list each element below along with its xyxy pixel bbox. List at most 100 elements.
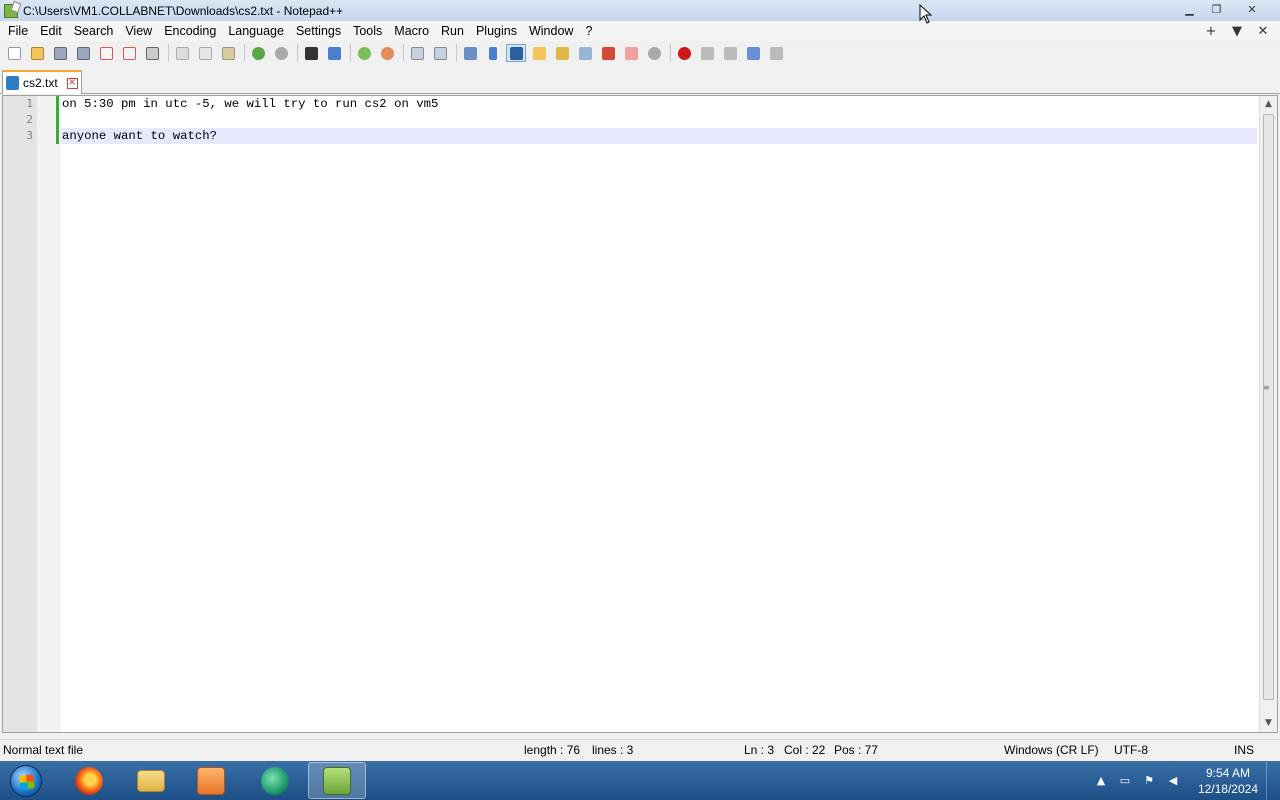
replace-button[interactable] bbox=[324, 44, 344, 62]
menu-encoding[interactable]: Encoding bbox=[158, 21, 222, 41]
save-macro-icon bbox=[769, 46, 783, 60]
folder-workspace-button[interactable] bbox=[621, 44, 641, 62]
status-encoding[interactable]: UTF-8 bbox=[1114, 743, 1148, 757]
taskbar-firefox[interactable] bbox=[60, 762, 118, 799]
paste-icon bbox=[221, 46, 235, 60]
zoom-out-button[interactable] bbox=[377, 44, 397, 62]
code-line-current[interactable]: anyone want to watch? bbox=[61, 128, 1257, 144]
doc-map-button[interactable] bbox=[552, 44, 572, 62]
indent-guide-button[interactable] bbox=[506, 44, 526, 62]
action-center-flag-icon[interactable]: ⚑ bbox=[1142, 774, 1156, 788]
function-list-icon bbox=[601, 46, 615, 60]
run-macro-multiple-button[interactable] bbox=[743, 44, 763, 62]
editor-area[interactable]: 1 2 3 on 5:30 pm in utc -5, we will try … bbox=[2, 95, 1278, 733]
clock-time: 9:54 AM bbox=[1205, 766, 1250, 780]
word-wrap-button[interactable] bbox=[460, 44, 480, 62]
stop-icon bbox=[700, 46, 714, 60]
cut-button[interactable] bbox=[172, 44, 192, 62]
close-document-icon[interactable]: ✕ bbox=[1250, 24, 1276, 39]
doc-list-button[interactable] bbox=[575, 44, 595, 62]
tab-list-icon[interactable]: ▼ bbox=[1224, 24, 1250, 39]
fold-margin[interactable] bbox=[37, 96, 61, 732]
show-desktop-button[interactable] bbox=[1266, 761, 1280, 800]
function-list-button[interactable] bbox=[598, 44, 618, 62]
stop-macro-button[interactable] bbox=[697, 44, 717, 62]
tab-label: cs2.txt bbox=[23, 76, 58, 90]
window-title: C:\Users\VM1.COLLABNET\Downloads\cs2.txt… bbox=[23, 3, 344, 18]
user-language-button[interactable] bbox=[529, 44, 549, 62]
close-all-button[interactable] bbox=[119, 44, 139, 62]
doc-map-icon bbox=[555, 46, 569, 60]
start-button[interactable] bbox=[4, 762, 48, 799]
menu-plugins[interactable]: Plugins bbox=[470, 21, 523, 41]
menu-language[interactable]: Language bbox=[222, 21, 290, 41]
scroll-thumb[interactable] bbox=[1263, 114, 1274, 700]
taskbar-browser[interactable] bbox=[246, 762, 304, 799]
paste-button[interactable] bbox=[218, 44, 238, 62]
code-line[interactable]: on 5:30 pm in utc -5, we will try to run… bbox=[61, 96, 1257, 112]
taskbar-media-player[interactable] bbox=[182, 762, 240, 799]
undo-button[interactable] bbox=[248, 44, 268, 62]
scroll-down-arrow-icon[interactable]: ▼ bbox=[1260, 715, 1277, 732]
sync-vertical-button[interactable] bbox=[407, 44, 427, 62]
show-hidden-icons-icon[interactable]: ▲ bbox=[1094, 774, 1108, 788]
cut-icon bbox=[175, 46, 189, 60]
eye-icon bbox=[647, 46, 661, 60]
tab-close-icon[interactable]: ✕ bbox=[66, 77, 78, 89]
new-file-icon bbox=[7, 46, 21, 60]
binoculars-icon bbox=[304, 46, 318, 60]
scroll-up-arrow-icon[interactable]: ▲ bbox=[1260, 96, 1277, 113]
toolbar-separator bbox=[350, 44, 351, 62]
menu-search[interactable]: Search bbox=[68, 21, 120, 41]
new-tab-icon[interactable]: + bbox=[1198, 24, 1224, 39]
open-file-button[interactable] bbox=[27, 44, 47, 62]
menu-settings[interactable]: Settings bbox=[290, 21, 347, 41]
network-icon[interactable]: ▭ bbox=[1118, 774, 1132, 788]
print-button[interactable] bbox=[142, 44, 162, 62]
status-lines: lines : 3 bbox=[592, 743, 634, 757]
record-macro-button[interactable] bbox=[674, 44, 694, 62]
save-all-button[interactable] bbox=[73, 44, 93, 62]
status-pos: Pos : 77 bbox=[834, 743, 879, 757]
vertical-scrollbar[interactable]: ▲ ≡ ▼ bbox=[1259, 96, 1277, 732]
volume-muted-icon[interactable]: ◀ bbox=[1166, 774, 1180, 788]
find-button[interactable] bbox=[301, 44, 321, 62]
menu-help[interactable]: ? bbox=[579, 21, 598, 41]
monitoring-button[interactable] bbox=[644, 44, 664, 62]
tab-cs2-txt[interactable]: cs2.txt ✕ bbox=[2, 70, 82, 94]
folder-workspace-icon bbox=[624, 46, 638, 60]
menu-run[interactable]: Run bbox=[435, 21, 470, 41]
zoom-in-button[interactable] bbox=[354, 44, 374, 62]
redo-button[interactable] bbox=[271, 44, 291, 62]
sync-horizontal-button[interactable] bbox=[430, 44, 450, 62]
play-macro-button[interactable] bbox=[720, 44, 740, 62]
code-line[interactable] bbox=[61, 112, 1257, 128]
save-button[interactable] bbox=[50, 44, 70, 62]
maximize-button[interactable]: ❐ bbox=[1203, 0, 1230, 18]
undo-icon bbox=[251, 46, 265, 60]
menu-macro[interactable]: Macro bbox=[388, 21, 435, 41]
taskbar-notepadpp[interactable] bbox=[308, 762, 366, 799]
word-wrap-icon bbox=[463, 46, 477, 60]
close-file-icon bbox=[99, 46, 113, 60]
menu-window[interactable]: Window bbox=[523, 21, 579, 41]
window-controls: ▁ ❐ ✕ bbox=[1176, 0, 1274, 18]
minimize-button[interactable]: ▁ bbox=[1176, 0, 1203, 18]
new-file-button[interactable] bbox=[4, 44, 24, 62]
taskbar-file-explorer[interactable] bbox=[122, 762, 180, 799]
clock[interactable]: 9:54 AM 12/18/2024 bbox=[1198, 765, 1258, 797]
status-insert-mode[interactable]: INS bbox=[1234, 743, 1254, 757]
save-macro-button[interactable] bbox=[766, 44, 786, 62]
menu-view[interactable]: View bbox=[119, 21, 158, 41]
status-eol[interactable]: Windows (CR LF) bbox=[1004, 743, 1099, 757]
scroll-grip-icon: ≡ bbox=[1263, 383, 1270, 392]
menu-edit[interactable]: Edit bbox=[34, 21, 68, 41]
menu-tools[interactable]: Tools bbox=[347, 21, 388, 41]
menu-file[interactable]: File bbox=[0, 21, 34, 41]
close-button[interactable] bbox=[96, 44, 116, 62]
save-all-icon bbox=[76, 46, 90, 60]
close-window-button[interactable]: ✕ bbox=[1230, 0, 1274, 18]
copy-button[interactable] bbox=[195, 44, 215, 62]
notepadpp-app-icon[interactable] bbox=[4, 3, 18, 18]
show-all-chars-button[interactable] bbox=[483, 44, 503, 62]
